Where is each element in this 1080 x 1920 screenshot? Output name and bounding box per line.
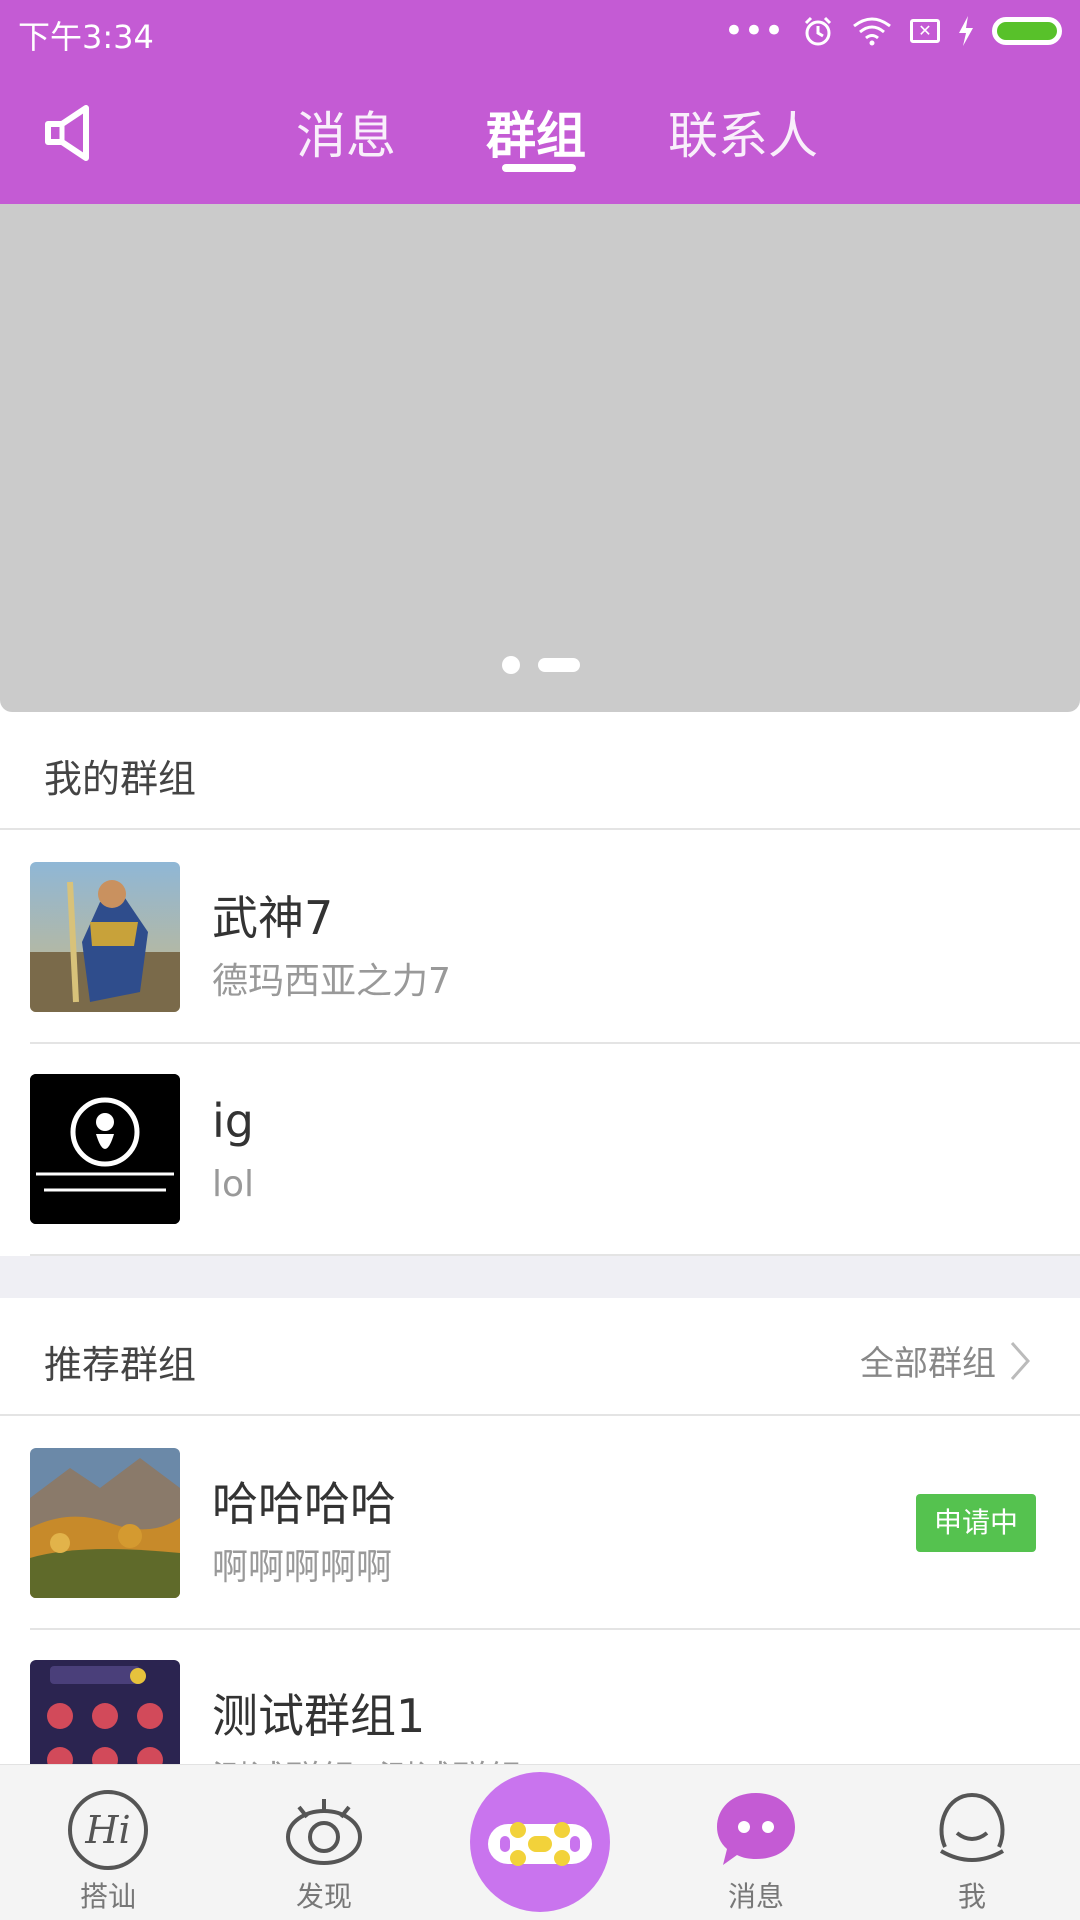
recommended-groups-header: 推荐群组 全部群组 xyxy=(0,1298,1080,1416)
tab-me[interactable]: 我 xyxy=(902,1789,1042,1919)
status-icons: ••• ✕ xyxy=(724,12,1062,50)
top-bar: 下午3:34 ••• ✕ 消息 群组 联系人 xyxy=(0,0,1080,204)
svg-text:Hi: Hi xyxy=(84,1808,130,1852)
group-avatar xyxy=(30,862,180,1012)
no-sim-icon: ✕ xyxy=(910,19,940,43)
group-desc: lol xyxy=(212,1164,255,1205)
all-groups-label: 全部群组 xyxy=(860,1344,996,1384)
tab-messages[interactable]: 消息 xyxy=(296,96,396,168)
smile-icon xyxy=(939,1792,1005,1862)
carousel-dot-2-active[interactable] xyxy=(538,658,580,672)
tab-dashan[interactable]: Hi 搭讪 xyxy=(38,1789,178,1919)
tab-groups[interactable]: 群组 xyxy=(486,96,586,168)
group-avatar xyxy=(30,1448,180,1598)
speaker-icon[interactable] xyxy=(44,102,104,164)
status-time: 下午3:34 xyxy=(18,18,154,56)
group-name: 测试群组1 xyxy=(212,1689,426,1743)
group-avatar xyxy=(30,1074,180,1224)
group-row-wushen7[interactable]: 武神7 德玛西亚之力7 xyxy=(0,832,1080,1044)
active-tab-indicator xyxy=(502,164,576,172)
alarm-icon xyxy=(804,16,832,46)
section-gap xyxy=(0,1256,1080,1298)
tab-label: 我 xyxy=(957,1880,986,1913)
group-row-ig[interactable]: ig lol xyxy=(0,1044,1080,1256)
group-row-hahahaha[interactable]: 哈哈哈哈 啊啊啊啊啊 申请中 xyxy=(0,1418,1080,1630)
status-bar: 下午3:34 ••• ✕ xyxy=(0,0,1080,62)
center-link-button[interactable] xyxy=(470,1772,610,1912)
more-dots-icon: ••• xyxy=(723,11,784,51)
tab-discover[interactable]: 发现 xyxy=(254,1789,394,1919)
group-name: ig xyxy=(212,1094,254,1148)
tab-label: 发现 xyxy=(295,1880,352,1913)
my-groups-title: 我的群组 xyxy=(44,757,197,801)
chat-icon xyxy=(717,1793,795,1865)
group-name: 武神7 xyxy=(212,891,334,945)
link-icon xyxy=(488,1822,592,1866)
tab-contacts[interactable]: 联系人 xyxy=(668,96,818,168)
wifi-icon xyxy=(853,17,891,46)
eye-icon xyxy=(286,1799,362,1865)
applying-badge[interactable]: 申请中 xyxy=(916,1494,1036,1552)
all-groups-link[interactable]: 全部群组 xyxy=(860,1336,1030,1385)
group-name: 哈哈哈哈 xyxy=(212,1477,396,1531)
top-nav: 消息 群组 联系人 xyxy=(0,62,1080,204)
banner-carousel[interactable] xyxy=(0,204,1080,712)
battery-icon xyxy=(992,17,1062,45)
tab-messages-bottom[interactable]: 消息 xyxy=(686,1789,826,1919)
recommended-groups-title: 推荐群组 xyxy=(44,1343,197,1387)
group-desc: 啊啊啊啊啊 xyxy=(212,1547,393,1588)
hi-icon: Hi xyxy=(68,1790,148,1870)
tab-label: 搭讪 xyxy=(79,1880,136,1913)
tab-label: 消息 xyxy=(727,1880,784,1913)
carousel-dot-1[interactable] xyxy=(502,656,520,674)
charging-icon xyxy=(959,16,973,46)
chevron-right-icon xyxy=(1010,1341,1030,1380)
group-desc: 德玛西亚之力7 xyxy=(212,961,451,1002)
my-groups-header: 我的群组 xyxy=(0,712,1080,830)
